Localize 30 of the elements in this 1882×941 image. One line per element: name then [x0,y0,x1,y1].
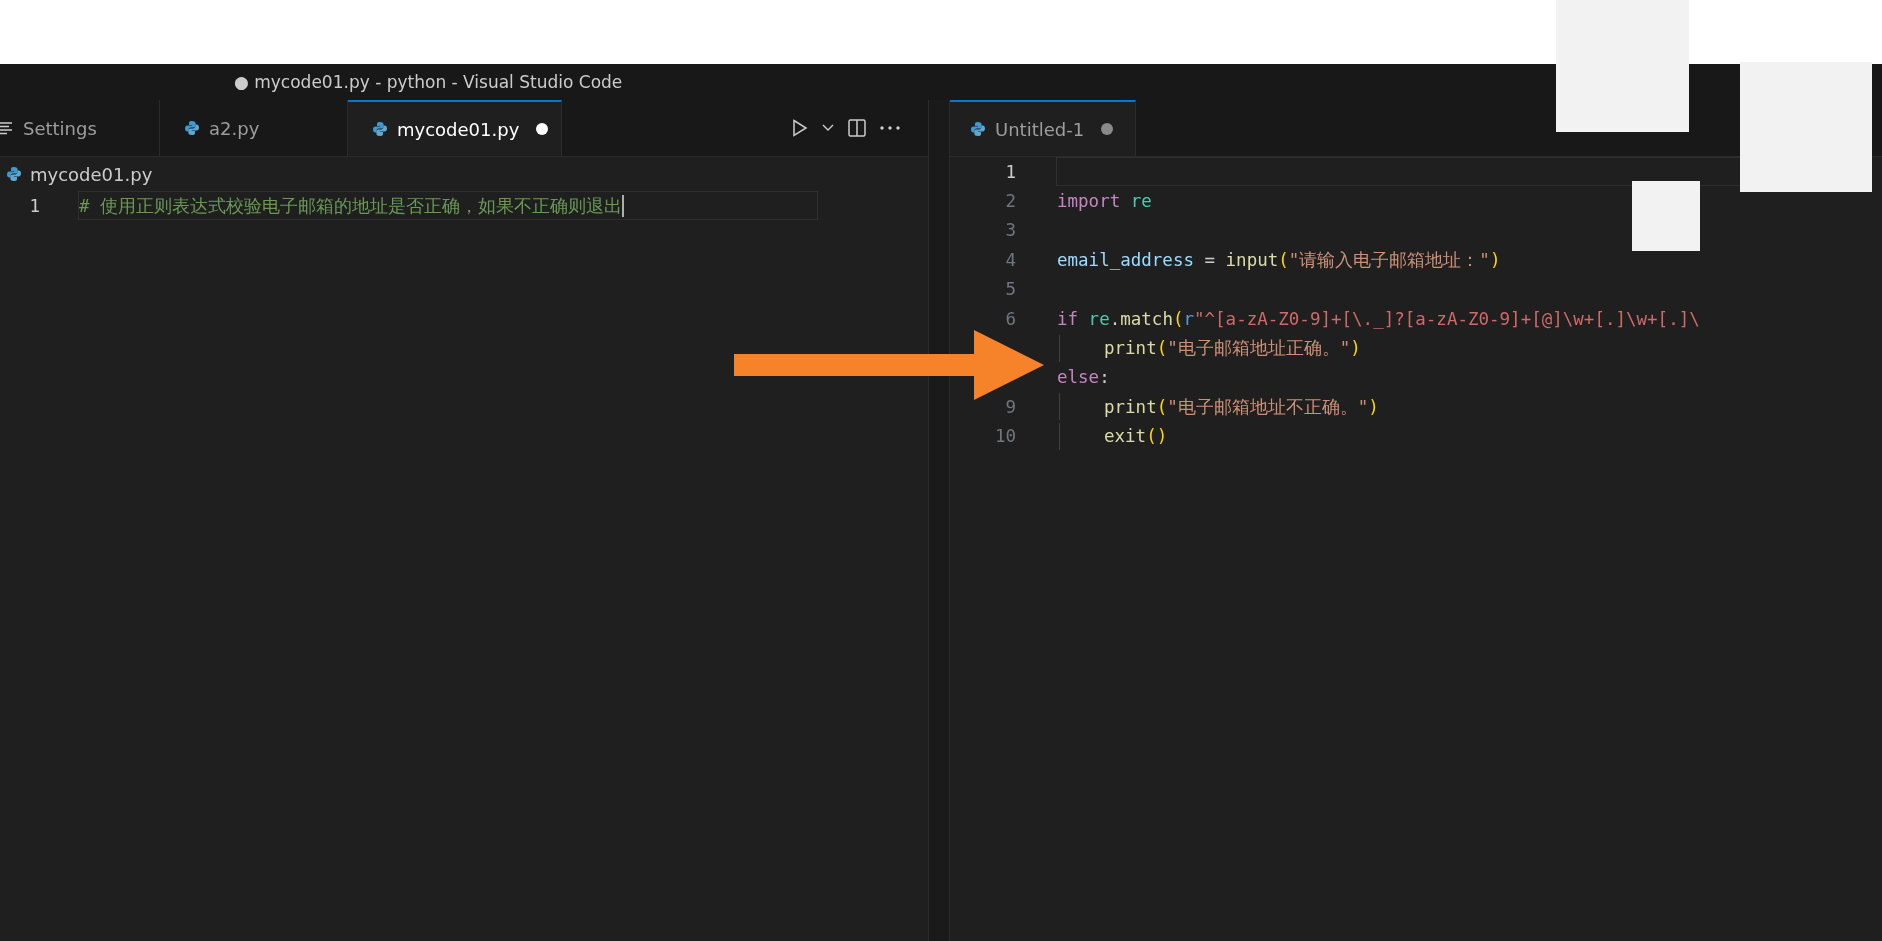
unsaved-dot-icon [1101,123,1114,135]
line-number: 5 [1004,279,1016,300]
line-number: 2 [1004,191,1016,212]
run-icon[interactable] [792,119,808,137]
list-icon [0,121,14,135]
line-number: 10 [993,426,1016,447]
more-icon[interactable] [880,126,900,130]
code-line: if re.match(r"^[a-zA-Z0-9]+[\._]?[a-zA-Z0-9]+[@]\w+[.]\w+[.]\ [1056,307,1701,331]
unsaved-dot-icon [536,123,549,135]
window-title: ● mycode01.py - python - Visual Studio Code [234,72,623,92]
editor-tab[interactable]: Untitled-1 [950,100,1136,156]
code-line: email_address = input("请输入电子邮箱地址：") [1056,248,1502,272]
editor-tab[interactable]: Settings [0,100,160,156]
caret-icon[interactable] [822,124,834,132]
line-number: 1 [1004,161,1016,182]
code-line: else: [1056,366,1111,390]
editor-tab[interactable]: mycode01.py [348,100,562,156]
redaction-block [1632,181,1700,251]
line-number: 4 [1004,249,1016,270]
python-file-icon [970,121,986,137]
python-file-icon [372,121,388,137]
line-number: 1 [28,195,40,216]
split-editor-icon[interactable] [848,119,866,137]
python-file-icon [6,166,22,182]
python-file-icon [184,120,200,136]
code-line: import re [1056,190,1153,214]
line-number: 9 [1004,396,1016,417]
breadcrumb[interactable]: mycode01.py [30,163,153,185]
line-number: 3 [1004,220,1016,241]
line-number: 6 [1004,308,1016,329]
